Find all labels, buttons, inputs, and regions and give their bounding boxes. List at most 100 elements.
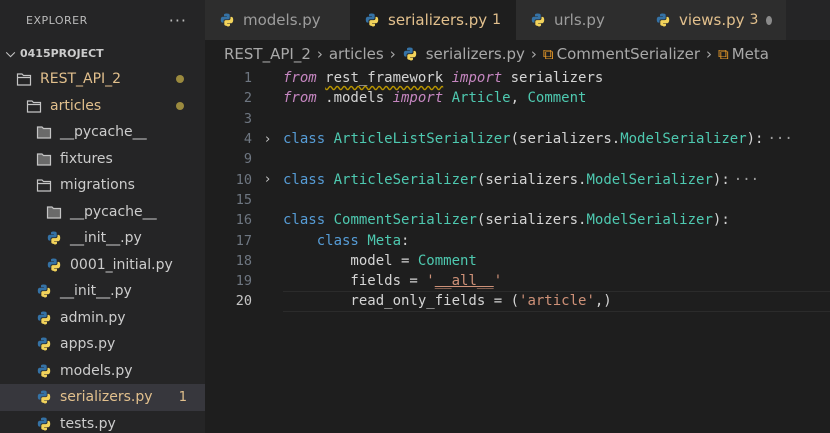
line-number: 10 xyxy=(235,171,252,188)
code-token: Comment xyxy=(417,252,477,269)
code-line[interactable]: 20 read_only_fields = ('article',) xyxy=(205,291,830,311)
tree-item-label: REST_API_2 xyxy=(40,71,122,88)
code-token: (serializers. xyxy=(510,131,621,148)
folder-item[interactable]: articles xyxy=(0,93,205,120)
file-item[interactable]: tests.py xyxy=(0,411,205,433)
chevron-right-icon: › xyxy=(316,45,323,63)
line-number: 9 xyxy=(243,151,252,168)
file-item[interactable]: admin.py xyxy=(0,305,205,332)
code-text: class CommentSerializer (serializers. Mode… xyxy=(283,210,830,230)
code-token: ' xyxy=(493,273,503,290)
code-line[interactable]: 10 › class ArticleSerializer (serializers. M… xyxy=(205,169,830,189)
file-item[interactable]: serializers.py 1 xyxy=(0,384,205,411)
code-token: from xyxy=(283,70,317,87)
line-number: 19 xyxy=(235,273,252,290)
folder-item[interactable]: fixtures xyxy=(0,146,205,173)
line-number: 20 xyxy=(235,293,252,310)
code-line[interactable]: 2 from .models import Article, Comment xyxy=(205,88,830,108)
code-token: read_only_fields = ( xyxy=(283,293,520,310)
file-item[interactable]: __init__.py xyxy=(0,225,205,252)
folder-item[interactable]: __pycache__ xyxy=(0,119,205,146)
tab-urls[interactable]: urls.py xyxy=(516,0,641,40)
tab-views[interactable]: views.py 3 xyxy=(641,0,786,40)
tab-serializers[interactable]: serializers.py 1 xyxy=(350,0,516,40)
line-number: 3 xyxy=(243,110,252,127)
breadcrumb-item[interactable]: REST_API_2 xyxy=(224,45,311,63)
folded-ellipsis-icon[interactable]: ··· xyxy=(767,131,792,147)
tree-item-label: migrations xyxy=(60,177,135,194)
folded-ellipsis-icon[interactable]: ··· xyxy=(734,172,759,188)
file-item[interactable]: 0001_initial.py xyxy=(0,252,205,279)
code-line[interactable]: 18 model = Comment xyxy=(205,251,830,271)
tree-item-label: __pycache__ xyxy=(70,203,157,220)
python-icon xyxy=(37,311,51,325)
code-text: model = Comment xyxy=(283,251,830,271)
tree-item-label: apps.py xyxy=(60,336,116,353)
tree-item-label: serializers.py xyxy=(60,389,153,406)
tree-item-label: __init__.py xyxy=(60,283,132,300)
code-text: fields = ' __all__ ' xyxy=(283,271,830,291)
folder-open-icon xyxy=(26,100,42,113)
folder-item[interactable]: __pycache__ xyxy=(0,199,205,226)
code-line[interactable]: 9 xyxy=(205,149,830,169)
folder-open-icon xyxy=(16,73,32,86)
tab-models[interactable]: models.py xyxy=(205,0,350,40)
python-icon xyxy=(37,284,51,298)
project-root[interactable]: ⌵ 0415PROJECT xyxy=(0,40,205,66)
code-line[interactable]: 4 › class ArticleListSerializer (serializer… xyxy=(205,129,830,149)
breadcrumb: REST_API_2 › articles › serializers.py › ⧉ Comm… xyxy=(205,40,830,68)
fold-chevron-icon[interactable]: › xyxy=(252,172,283,187)
code-token: class xyxy=(283,171,326,188)
folder-item[interactable]: migrations xyxy=(0,172,205,199)
tab-label: views.py xyxy=(679,11,745,29)
modified-dot xyxy=(176,101,184,110)
code-editor[interactable]: 1 from rest_framework import serializers 2… xyxy=(205,68,830,433)
breadcrumb-item[interactable]: Meta xyxy=(732,45,769,63)
explorer-header: EXPLORER ··· xyxy=(0,0,205,40)
code-line[interactable]: 1 from rest_framework import serializers xyxy=(205,68,830,88)
python-icon xyxy=(403,47,416,61)
line-number: 4 xyxy=(243,131,252,148)
code-line[interactable]: 16 class CommentSerializer (serializers. Mo… xyxy=(205,210,830,230)
python-icon xyxy=(47,231,61,245)
explorer-sidebar: EXPLORER ··· ⌵ 0415PROJECT REST_API_2art… xyxy=(0,0,205,433)
file-item[interactable]: __init__.py xyxy=(0,278,205,305)
code-line[interactable]: 17 class Meta: xyxy=(205,230,830,250)
file-item[interactable]: apps.py xyxy=(0,331,205,358)
folder-item[interactable]: REST_API_2 xyxy=(0,66,205,93)
code-token: class xyxy=(283,212,326,229)
code-text: class Meta: xyxy=(283,230,830,250)
fold-chevron-icon[interactable]: › xyxy=(252,132,283,147)
tab-label: models.py xyxy=(243,11,321,29)
code-token: rest_framework xyxy=(325,70,444,87)
code-line[interactable]: 19 fields = ' __all__ ' xyxy=(205,271,830,291)
unsaved-dot-icon[interactable] xyxy=(766,15,772,25)
code-token: , xyxy=(510,90,528,107)
code-text: from rest_framework import serializers xyxy=(283,68,830,88)
chevron-right-icon: › xyxy=(530,45,537,63)
code-text: class ArticleSerializer (serializers. Mode… xyxy=(283,169,830,189)
code-token: ): xyxy=(712,212,730,229)
project-name: 0415PROJECT xyxy=(20,46,104,60)
code-token: ModelSerializer xyxy=(620,131,747,148)
python-icon xyxy=(37,364,51,378)
breadcrumb-item[interactable]: serializers.py xyxy=(426,45,525,63)
breadcrumb-item[interactable]: articles xyxy=(329,45,384,63)
code-line[interactable]: 15 xyxy=(205,190,830,210)
code-text: from .models import Article, Comment xyxy=(283,88,830,108)
chevron-down-icon: ⌵ xyxy=(6,45,16,60)
code-line[interactable]: 3 xyxy=(205,109,830,129)
code-token: ArticleSerializer xyxy=(333,171,477,188)
file-item[interactable]: models.py xyxy=(0,358,205,385)
breadcrumb-item[interactable]: CommentSerializer xyxy=(557,45,700,63)
code-token: from xyxy=(283,90,317,107)
code-token: model = xyxy=(283,252,418,269)
problem-count-badge: 1 xyxy=(178,389,187,405)
more-actions-icon[interactable]: ··· xyxy=(169,11,187,30)
code-token: Meta xyxy=(367,232,402,249)
class-symbol-icon: ⧉ xyxy=(542,45,554,63)
